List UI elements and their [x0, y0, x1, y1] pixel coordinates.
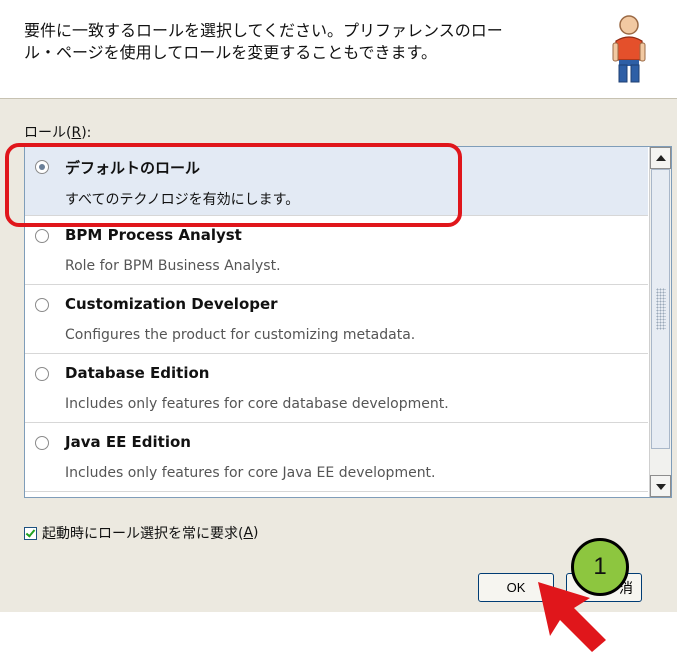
role-title: Customization Developer	[65, 295, 278, 313]
role-title: デフォルトのロール	[65, 159, 201, 177]
scroll-up-button[interactable]	[650, 147, 671, 169]
role-title: BPM Process Analyst	[65, 226, 242, 244]
always-prompt-option[interactable]: 起動時にロール選択を常に要求(A)	[24, 522, 259, 544]
always-prompt-checkbox[interactable]	[24, 526, 37, 540]
pointer-arrow-icon	[538, 582, 606, 652]
role-selection-dialog: 要件に一致するロールを選択してください。プリファレンスのロー ル・ページを使用し…	[0, 0, 677, 612]
roles-label-text: ロール(	[24, 125, 72, 141]
roles-list: デフォルトのロール すべてのテクノロジを有効にします。 BPM Process …	[25, 147, 648, 497]
radio-button-default[interactable]	[35, 160, 49, 174]
scroll-grip-icon	[656, 288, 666, 330]
role-item-default[interactable]: デフォルトのロール すべてのテクノロジを有効にします。	[25, 147, 648, 216]
scrollbar-thumb[interactable]	[651, 169, 670, 449]
role-description: Includes only features for core Java EE …	[65, 465, 436, 481]
role-description: Configures the product for customizing m…	[65, 327, 416, 343]
role-item-bpm-process-analyst[interactable]: BPM Process Analyst Role for BPM Busines…	[25, 216, 648, 285]
dialog-header: 要件に一致するロールを選択してください。プリファレンスのロー ル・ページを使用し…	[0, 0, 677, 99]
radio-button-java-ee[interactable]	[35, 436, 49, 450]
scroll-down-button[interactable]	[650, 475, 671, 497]
vertical-scrollbar[interactable]	[649, 147, 671, 497]
roles-label: ロール(R):	[24, 122, 91, 142]
role-title: Database Edition	[65, 364, 210, 382]
radio-button-database[interactable]	[35, 367, 49, 381]
role-description: Role for BPM Business Analyst.	[65, 258, 281, 274]
header-instruction: 要件に一致するロールを選択してください。プリファレンスのロー ル・ページを使用し…	[24, 20, 584, 64]
always-prompt-label: 起動時にロール選択を常に要求(	[42, 526, 244, 542]
roles-listbox[interactable]: デフォルトのロール すべてのテクノロジを有効にします。 BPM Process …	[24, 146, 672, 498]
radio-button-bpm[interactable]	[35, 229, 49, 243]
role-item-database-edition[interactable]: Database Edition Includes only features …	[25, 354, 648, 423]
role-title: Java EE Edition	[65, 433, 191, 451]
role-item-partially-visible[interactable]	[25, 492, 648, 497]
roles-label-suffix: ):	[81, 125, 92, 141]
role-description: すべてのテクノロジを有効にします。	[65, 192, 300, 208]
radio-button-customization[interactable]	[35, 298, 49, 312]
roles-label-mnemonic: R	[71, 125, 82, 141]
role-description: Includes only features for core database…	[65, 396, 449, 412]
header-line-2: ル・ページを使用してロールを変更することもできます。	[24, 43, 437, 62]
role-item-java-ee-edition[interactable]: Java EE Edition Includes only features f…	[25, 423, 648, 492]
user-icon	[612, 15, 646, 83]
always-prompt-suffix: )	[253, 525, 259, 541]
role-item-customization-developer[interactable]: Customization Developer Configures the p…	[25, 285, 648, 354]
header-line-1: 要件に一致するロールを選択してください。プリファレンスのロー	[24, 21, 503, 40]
always-prompt-mnemonic: A	[243, 525, 254, 541]
